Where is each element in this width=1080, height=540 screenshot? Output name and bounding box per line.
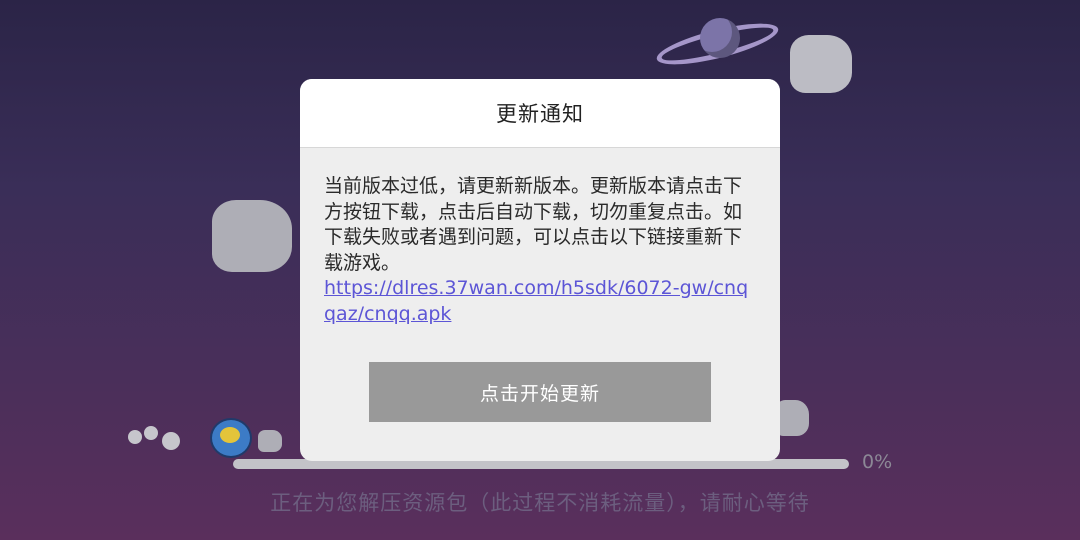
dialog-message: 当前版本过低，请更新新版本。更新版本请点击下方按钮下载，点击后自动下载，切勿重复… bbox=[324, 175, 743, 274]
start-update-button[interactable]: 点击开始更新 bbox=[369, 362, 711, 422]
loading-percent: 0% bbox=[862, 451, 893, 473]
floating-rock bbox=[790, 35, 852, 93]
loading-status-text: 正在为您解压资源包（此过程不消耗流量），请耐心等待 bbox=[270, 491, 810, 515]
floating-rock bbox=[258, 430, 282, 452]
planet-decoration bbox=[700, 18, 740, 58]
dialog-header: 更新通知 bbox=[300, 79, 780, 148]
dialog-body: 当前版本过低，请更新新版本。更新版本请点击下方按钮下载，点击后自动下载，切勿重复… bbox=[300, 148, 780, 327]
alien-character bbox=[210, 418, 252, 458]
dialog-title: 更新通知 bbox=[496, 102, 584, 126]
floating-rock bbox=[212, 200, 292, 272]
update-dialog: 更新通知 当前版本过低，请更新新版本。更新版本请点击下方按钮下载，点击后自动下载… bbox=[300, 79, 780, 461]
download-link[interactable]: https://dlres.37wan.com/h5sdk/6072-gw/cn… bbox=[324, 276, 756, 327]
floating-rock bbox=[775, 400, 809, 436]
